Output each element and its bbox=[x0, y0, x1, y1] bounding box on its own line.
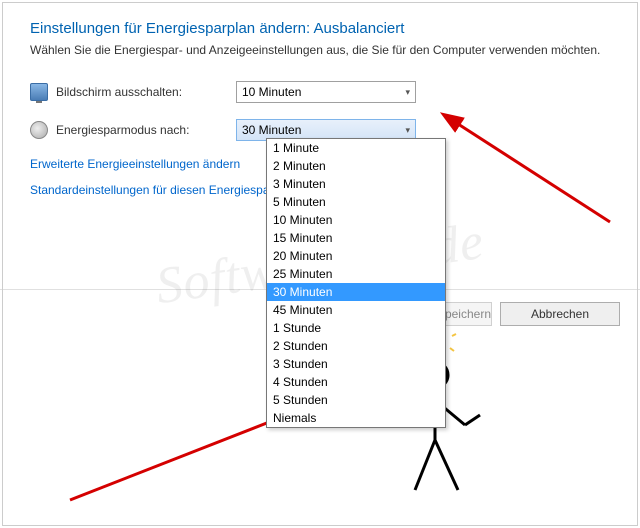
dropdown-option[interactable]: 2 Minuten bbox=[267, 157, 445, 175]
dropdown-display-off-value: 10 Minuten bbox=[242, 85, 301, 99]
dropdown-option[interactable]: 3 Minuten bbox=[267, 175, 445, 193]
dropdown-option[interactable]: 1 Minute bbox=[267, 139, 445, 157]
monitor-icon bbox=[30, 83, 48, 101]
dropdown-option[interactable]: 45 Minuten bbox=[267, 301, 445, 319]
dropdown-option[interactable]: 15 Minuten bbox=[267, 229, 445, 247]
cancel-button[interactable]: Abbrechen bbox=[500, 302, 620, 326]
dropdown-option[interactable]: Niemals bbox=[267, 409, 445, 427]
dropdown-option[interactable]: 4 Stunden bbox=[267, 373, 445, 391]
row-display-off: Bildschirm ausschalten: 10 Minuten ▾ bbox=[30, 81, 610, 103]
dropdown-sleep-value: 30 Minuten bbox=[242, 123, 301, 137]
page-title: Einstellungen für Energiesparplan ändern… bbox=[30, 20, 610, 37]
label-sleep: Energiesparmodus nach: bbox=[56, 123, 236, 137]
dropdown-display-off[interactable]: 10 Minuten ▾ bbox=[236, 81, 416, 103]
chevron-down-icon: ▾ bbox=[405, 87, 410, 98]
moon-icon bbox=[30, 121, 48, 139]
dropdown-option[interactable]: 30 Minuten bbox=[267, 283, 445, 301]
chevron-down-icon: ▾ bbox=[405, 125, 410, 136]
dropdown-option[interactable]: 2 Stunden bbox=[267, 337, 445, 355]
dropdown-option[interactable]: 20 Minuten bbox=[267, 247, 445, 265]
dropdown-option[interactable]: 5 Stunden bbox=[267, 391, 445, 409]
dropdown-option[interactable]: 1 Stunde bbox=[267, 319, 445, 337]
dropdown-option[interactable]: 5 Minuten bbox=[267, 193, 445, 211]
dropdown-option[interactable]: 3 Stunden bbox=[267, 355, 445, 373]
page-subtitle: Wählen Sie die Energiespar- und Anzeigee… bbox=[30, 43, 610, 57]
dropdown-option[interactable]: 10 Minuten bbox=[267, 211, 445, 229]
dropdown-option[interactable]: 25 Minuten bbox=[267, 265, 445, 283]
dropdown-list-sleep[interactable]: 1 Minute2 Minuten3 Minuten5 Minuten10 Mi… bbox=[266, 138, 446, 428]
label-display-off: Bildschirm ausschalten: bbox=[56, 85, 236, 99]
